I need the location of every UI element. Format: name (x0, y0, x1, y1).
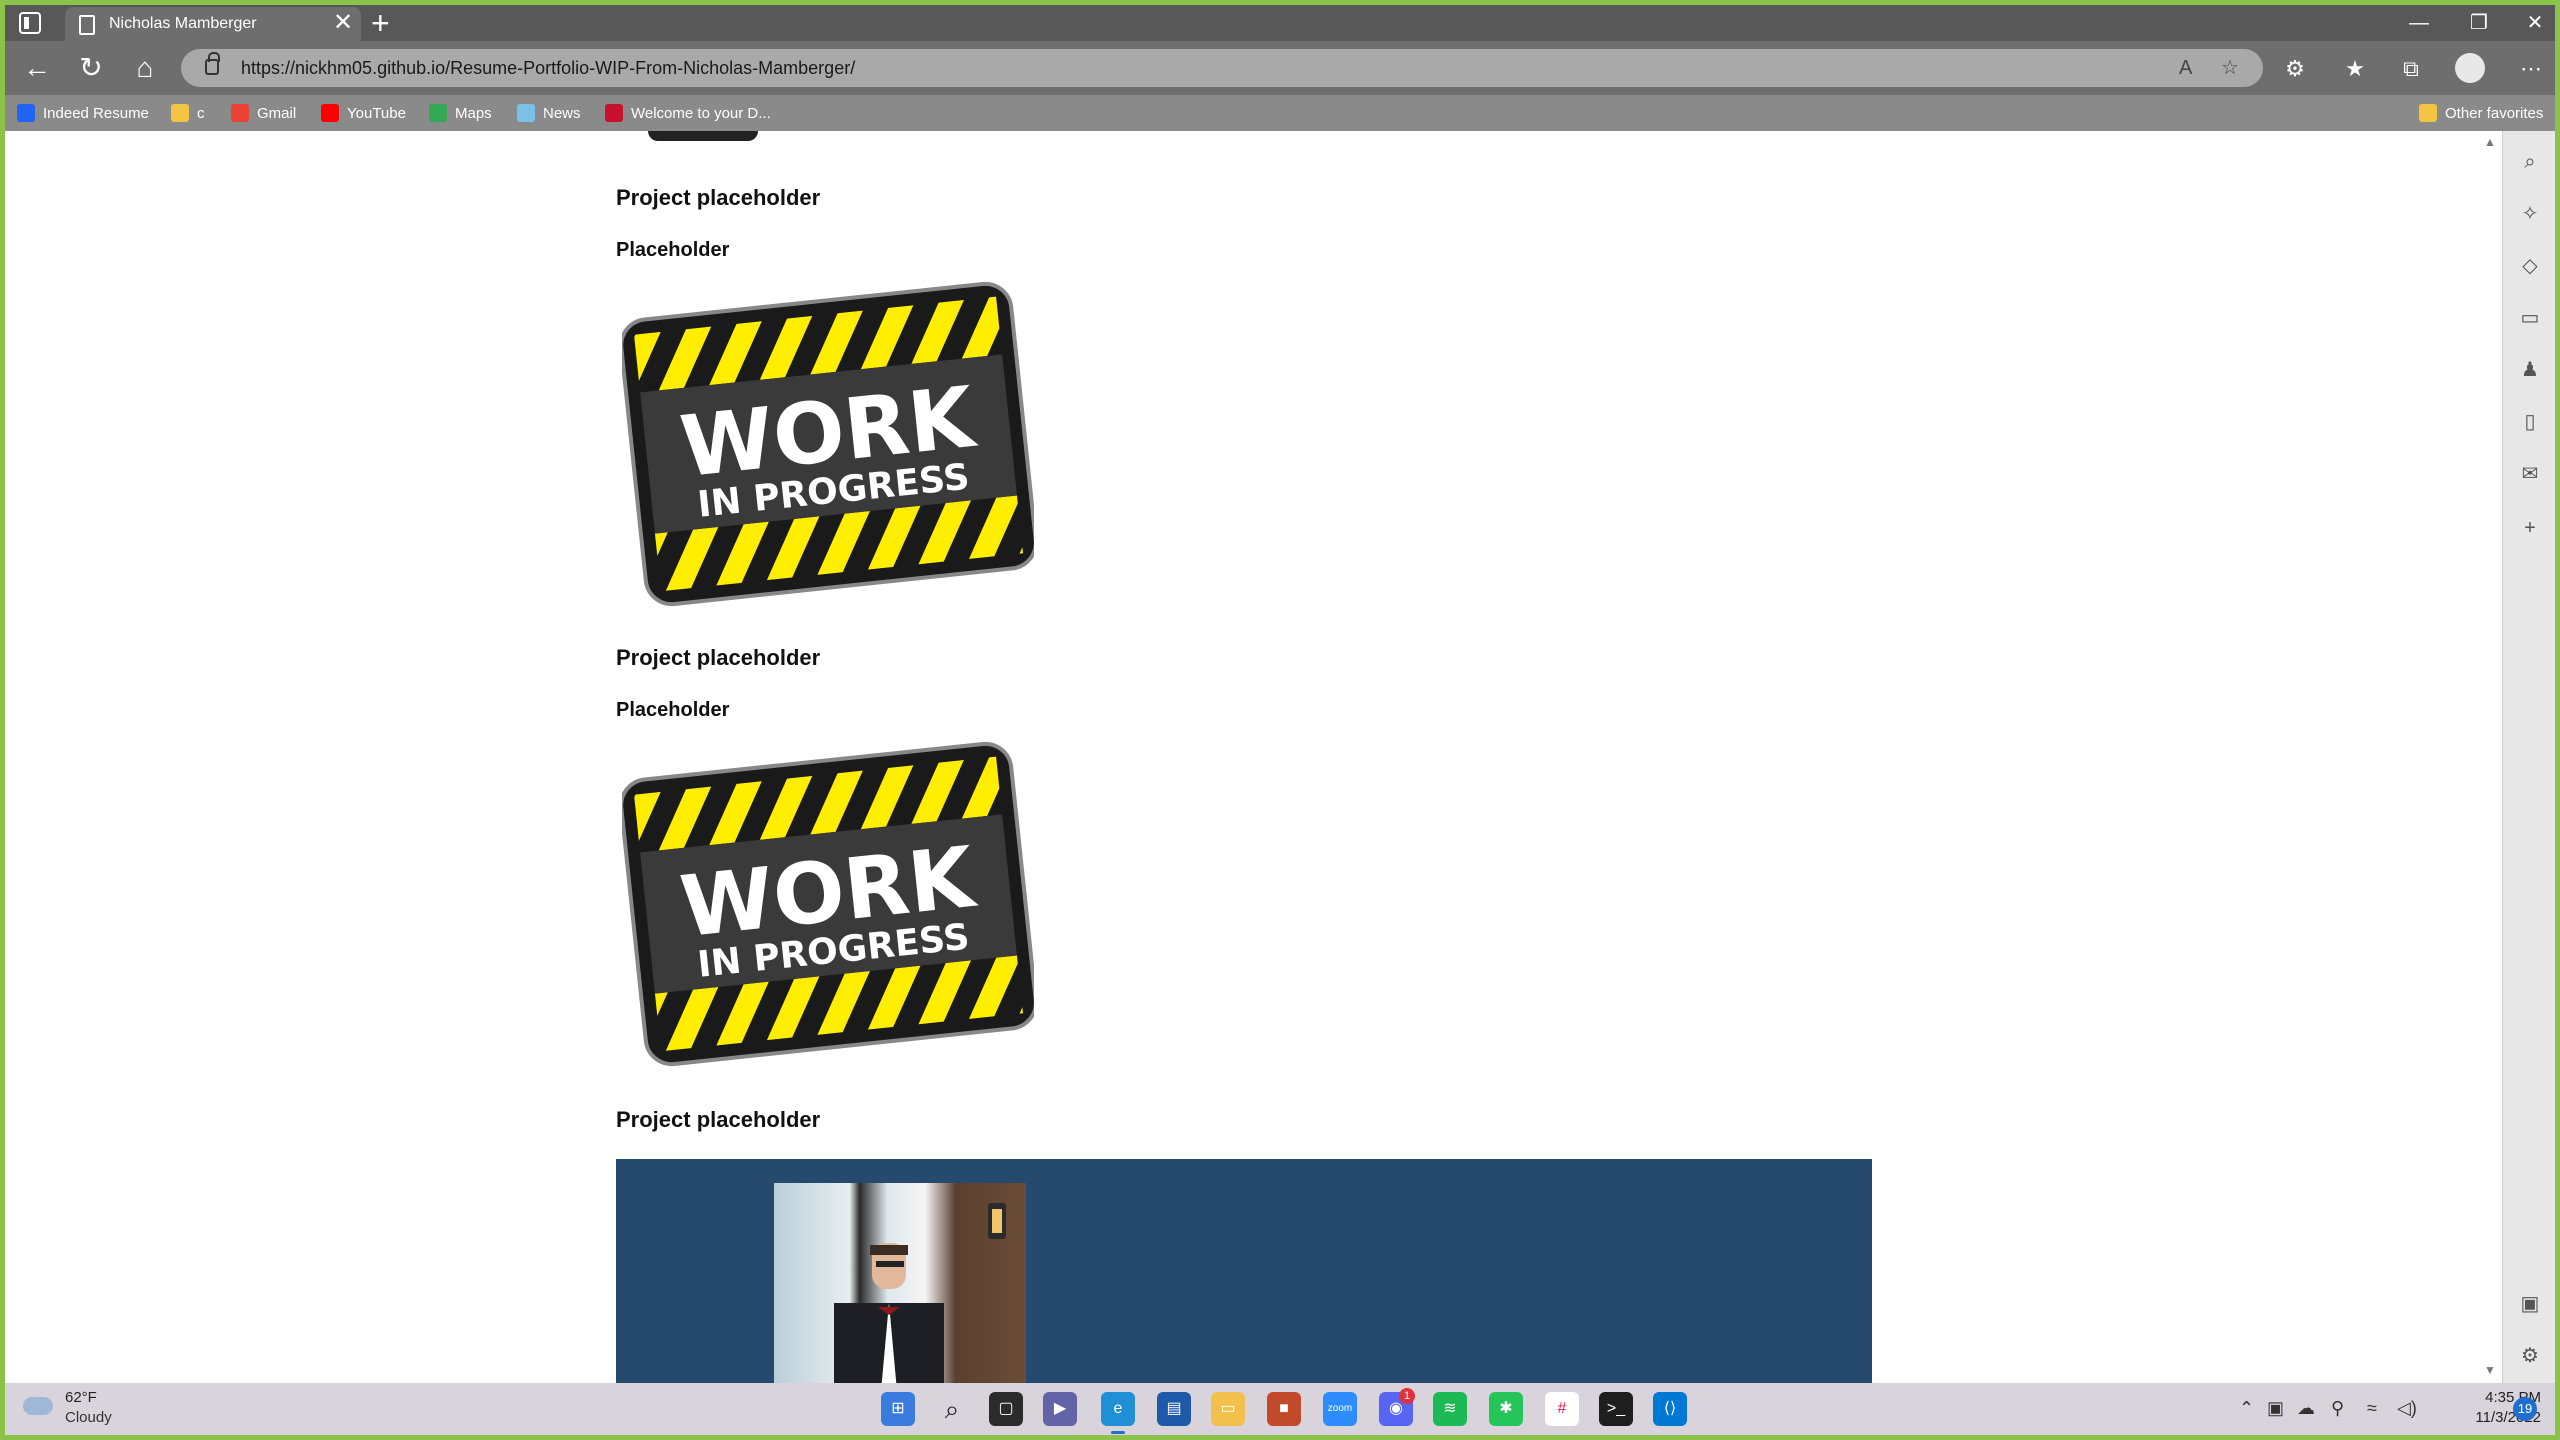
fav-youtube[interactable]: YouTube (321, 103, 406, 123)
tray-app-icon[interactable]: ▣ (2267, 1397, 2284, 1419)
restore-button[interactable]: ❐ (2449, 7, 2509, 39)
collections-icon[interactable]: ⧉ (2395, 53, 2427, 85)
store-icon[interactable]: ▤ (1157, 1392, 1191, 1426)
fav-folder-c[interactable]: c (171, 103, 205, 123)
search-icon[interactable]: ⌕ (935, 1392, 969, 1426)
address-bar[interactable]: https://nickhm05.github.io/Resume-Portfo… (181, 49, 2263, 87)
title-bar: Nicholas Mamberger ✕ + — ❐ ✕ (5, 5, 2555, 41)
browser-tab[interactable]: Nicholas Mamberger ✕ (65, 7, 361, 41)
favorites-bar: Indeed Resume c Gmail YouTube Maps News … (5, 95, 2555, 131)
project-subtitle: Placeholder (616, 239, 730, 261)
fav-news[interactable]: News (517, 103, 581, 123)
maps-icon (429, 104, 447, 122)
minimize-button[interactable]: — (2389, 7, 2449, 39)
hero-banner (616, 1159, 1872, 1383)
outlook-icon[interactable]: ✉ (2517, 461, 2543, 487)
discord-badge: 1 (1399, 1388, 1415, 1404)
fav-welcome[interactable]: Welcome to your D... (605, 103, 771, 123)
project-title: Project placeholder (616, 645, 821, 670)
more-menu-icon[interactable]: ⋯ (2515, 53, 2547, 85)
start-icon[interactable]: ⊞ (881, 1392, 915, 1426)
work-in-progress-image: WORK IN PROGRESS (622, 281, 1034, 607)
tools-icon[interactable]: ▭ (2517, 305, 2543, 331)
url-text[interactable]: https://nickhm05.github.io/Resume-Portfo… (241, 58, 855, 79)
close-window-button[interactable]: ✕ (2505, 7, 2555, 39)
hide-sidebar-icon[interactable]: ▣ (2517, 1291, 2543, 1317)
fav-indeed-resume[interactable]: Indeed Resume (17, 103, 149, 123)
terminal-icon[interactable]: >_ (1599, 1392, 1633, 1426)
profile-avatar[interactable] (2455, 53, 2485, 83)
favorites-icon[interactable]: ★ (2339, 53, 2371, 85)
weather-desc: Cloudy (65, 1409, 112, 1426)
spotify-icon[interactable]: ≋ (1433, 1392, 1467, 1426)
page-viewport[interactable]: Project placeholder Placeholder WORK IN … (5, 131, 2502, 1383)
folder-icon (171, 104, 189, 122)
task-view-icon[interactable]: ▢ (989, 1392, 1023, 1426)
volume-icon[interactable]: ◁) (2397, 1397, 2417, 1419)
add-sidebar-icon[interactable]: + (2517, 515, 2543, 541)
portrait-photo (774, 1183, 1026, 1383)
project-title: Project placeholder (616, 1107, 821, 1132)
microphone-icon[interactable]: ⚲ (2331, 1397, 2344, 1419)
page-scrollbar[interactable]: ▲ ▼ (2478, 131, 2502, 1383)
fav-gmail[interactable]: Gmail (231, 103, 296, 123)
chevron-up-icon[interactable]: ⌃ (2239, 1397, 2254, 1419)
zoom-icon[interactable]: zoom (1323, 1392, 1357, 1426)
settings-gear-icon[interactable]: ⚙ (2517, 1343, 2543, 1369)
navigation-bar: ← ↻ ⌂ https://nickhm05.github.io/Resume-… (5, 41, 2555, 95)
browser-window: Nicholas Mamberger ✕ + — ❐ ✕ ← ↻ ⌂ https… (5, 5, 2555, 1435)
discover-icon[interactable]: ✧ (2517, 201, 2543, 227)
taskbar: 62°F Cloudy ⊞ ⌕ ▢ ▶ e ▤ ▭ ■ zoom ◉ 1 ≋ ✱… (5, 1383, 2555, 1435)
tab-close-icon[interactable]: ✕ (333, 11, 353, 35)
app-icon[interactable]: ■ (1267, 1392, 1301, 1426)
back-button[interactable]: ← (19, 51, 55, 87)
teams-chat-icon[interactable]: ▶ (1043, 1392, 1077, 1426)
extensions-icon[interactable]: ⚙ (2279, 53, 2311, 85)
games-icon[interactable]: ♟ (2517, 357, 2543, 383)
edge-icon[interactable]: e (1101, 1392, 1135, 1426)
scroll-down-icon[interactable]: ▼ (2484, 1363, 2496, 1377)
weather-temp: 62°F (65, 1389, 97, 1406)
project-subtitle: Placeholder (616, 699, 730, 721)
refresh-button[interactable]: ↻ (73, 51, 109, 87)
home-button[interactable]: ⌂ (127, 51, 163, 87)
cloud-icon (23, 1397, 53, 1415)
active-indicator (1111, 1431, 1125, 1434)
new-tab-button[interactable]: + (371, 5, 390, 41)
vscode-icon[interactable]: ⟨⟩ (1653, 1392, 1687, 1426)
search-icon[interactable]: ⌕ (2517, 149, 2543, 175)
slack-icon[interactable]: # (1545, 1392, 1579, 1426)
onedrive-icon[interactable]: ☁ (2297, 1397, 2315, 1419)
project-title: Project placeholder (616, 185, 821, 210)
scroll-up-icon[interactable]: ▲ (2484, 135, 2496, 149)
razer-icon[interactable]: ✱ (1489, 1392, 1523, 1426)
news-icon (517, 104, 535, 122)
work-in-progress-image: WORK IN PROGRESS (622, 741, 1034, 1067)
notification-badge[interactable]: 19 (2513, 1397, 2537, 1421)
file-explorer-icon[interactable]: ▭ (1211, 1392, 1245, 1426)
other-favorites[interactable]: Other favorites (2419, 103, 2543, 123)
shopping-tag-icon[interactable]: ◇ (2517, 253, 2543, 279)
welcome-site-icon (605, 104, 623, 122)
youtube-icon (321, 104, 339, 122)
edge-sidebar: ⌕ ✧ ◇ ▭ ♟ ▯ ✉ + ▣ ⚙ (2502, 131, 2555, 1383)
lock-icon[interactable] (205, 52, 220, 75)
page-icon (79, 15, 95, 35)
office-icon[interactable]: ▯ (2517, 409, 2543, 435)
wifi-icon[interactable]: ≈ (2367, 1397, 2377, 1419)
person-photo (834, 1203, 1006, 1383)
fav-maps[interactable]: Maps (429, 103, 492, 123)
folder-icon (2419, 104, 2437, 122)
gmail-icon (231, 104, 249, 122)
add-favorite-icon[interactable]: ☆ (2221, 55, 2239, 81)
wip-image-partial (648, 131, 758, 141)
indeed-icon (17, 104, 35, 122)
read-aloud-icon[interactable]: A (2179, 55, 2192, 81)
tab-actions-icon[interactable] (19, 12, 41, 34)
tab-title: Nicholas Mamberger (109, 15, 257, 32)
